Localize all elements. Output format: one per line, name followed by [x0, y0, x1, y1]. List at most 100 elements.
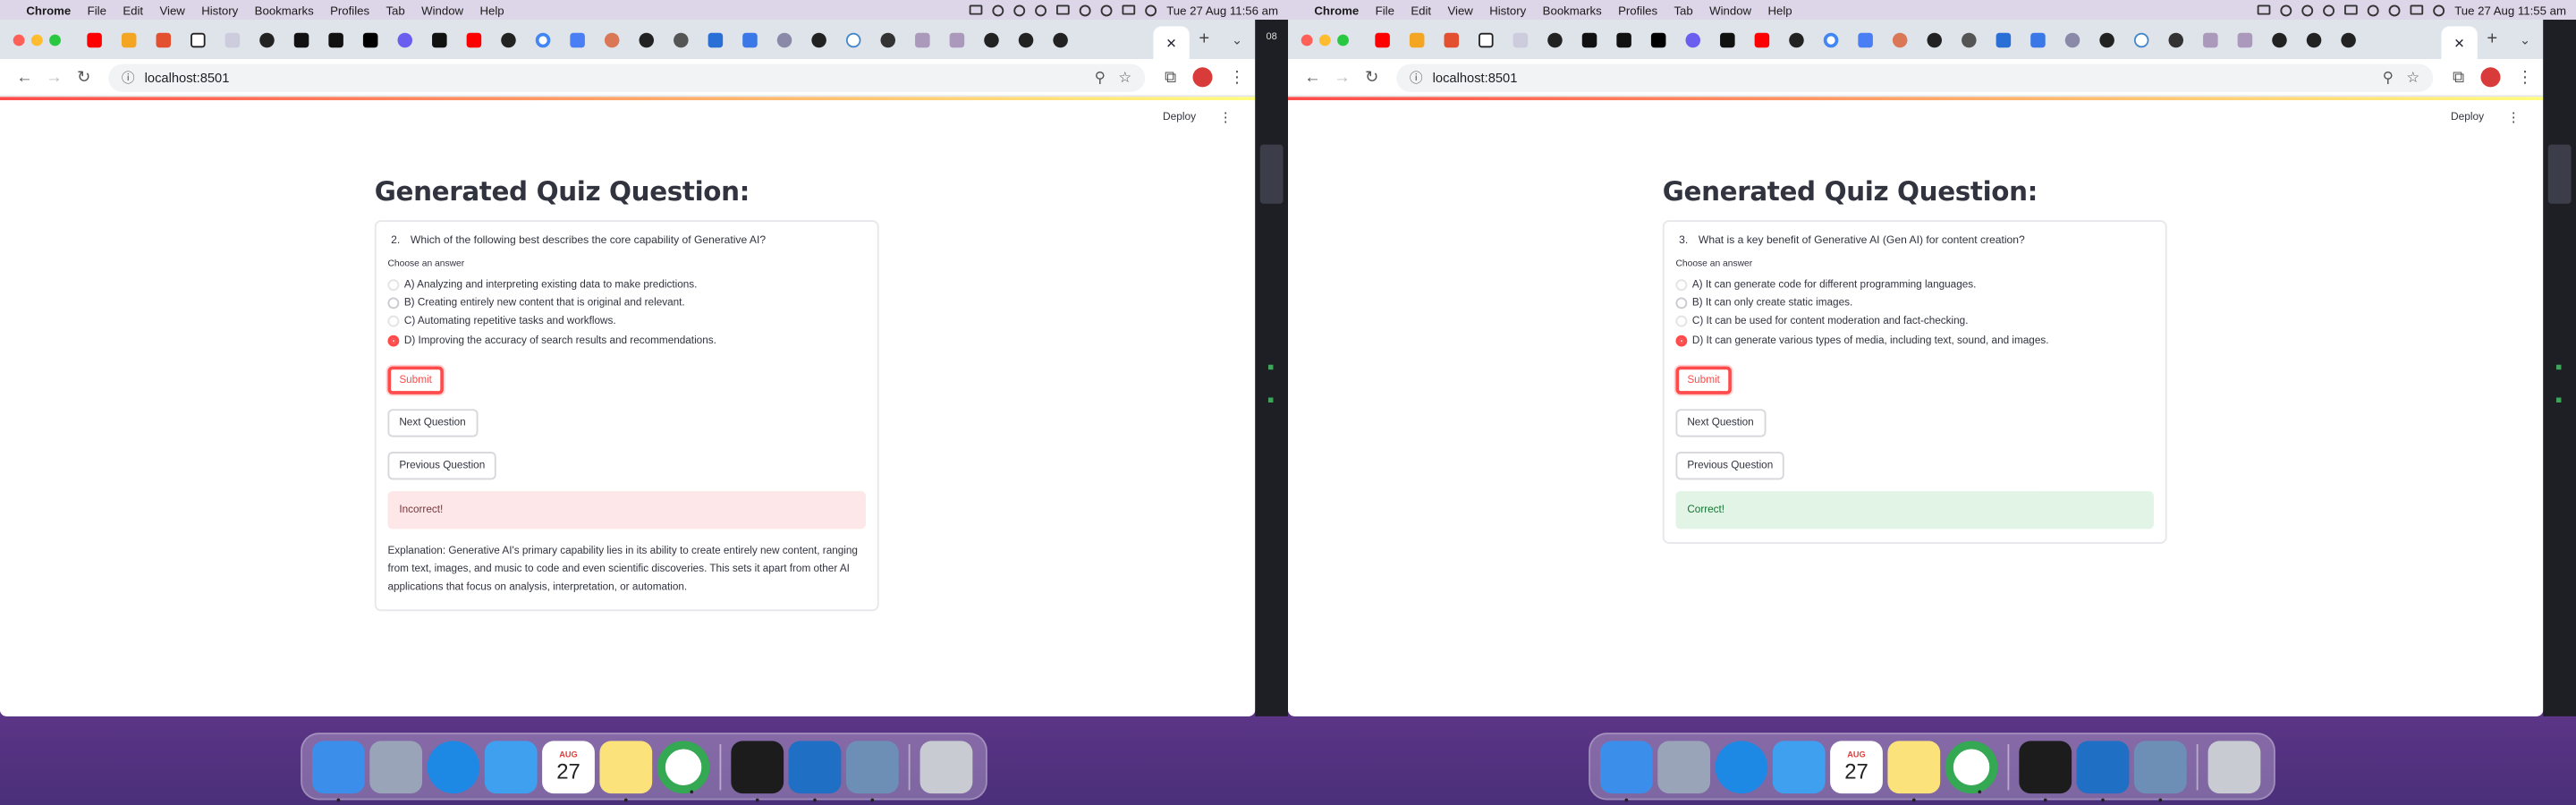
site-info-icon[interactable]: ⓘ [122, 68, 135, 86]
radio-button-selected[interactable] [1675, 335, 1688, 346]
chrome-icon[interactable] [657, 740, 710, 793]
tab-favicon[interactable] [1848, 25, 1883, 55]
play-icon[interactable] [2323, 4, 2335, 16]
option-label[interactable]: C) It can be used for content moderation… [1692, 317, 1969, 328]
siri-icon[interactable] [1145, 4, 1157, 16]
preview-icon[interactable] [845, 740, 899, 801]
submit-button[interactable]: Submit [387, 366, 444, 394]
calendar-icon[interactable]: AUG 27 [542, 740, 595, 793]
clock[interactable]: Tue 27 Aug 11:56 am [1166, 3, 1278, 18]
bluetooth-icon[interactable] [2301, 4, 2314, 16]
side-scroll-thumb[interactable] [2547, 144, 2572, 204]
wifi-icon[interactable] [2367, 4, 2379, 16]
radio-button[interactable] [387, 297, 400, 309]
profile-avatar[interactable] [1192, 67, 1213, 88]
answer-option-b[interactable]: B) Creating entirely new content that is… [387, 294, 865, 313]
tab-favicon[interactable] [664, 25, 699, 55]
menu-edit[interactable]: Edit [1411, 3, 1431, 18]
new-tab-button[interactable]: + [2478, 30, 2507, 49]
zoom-window-button[interactable] [49, 33, 61, 46]
tab-search-icon[interactable]: ⌄ [1219, 32, 1255, 47]
tab-favicon[interactable] [560, 25, 595, 55]
vscode-icon[interactable] [2076, 740, 2130, 801]
tab-favicon[interactable] [733, 25, 767, 55]
deploy-button[interactable]: Deploy [1163, 112, 1196, 123]
search-icon[interactable] [2388, 4, 2401, 16]
answer-option-a[interactable]: A) It can generate code for different pr… [1675, 276, 2153, 295]
tab-active[interactable]: ✕ [1153, 26, 1190, 60]
launchpad-icon[interactable] [1657, 740, 1711, 793]
option-label[interactable]: D) Improving the accuracy of search resu… [404, 335, 716, 346]
tab-favicon[interactable] [1641, 25, 1676, 55]
tab-favicon[interactable] [2331, 25, 2366, 55]
extensions-icon[interactable]: ⧉ [2453, 68, 2464, 86]
submit-button[interactable]: Submit [1675, 366, 1732, 394]
tab-favicon[interactable] [1009, 25, 1044, 55]
minimize-window-button[interactable] [1318, 33, 1331, 46]
tab-favicon[interactable] [767, 25, 802, 55]
menu-tab[interactable]: Tab [1674, 3, 1692, 18]
terminal-icon[interactable] [2019, 740, 2072, 801]
chrome-menu-icon[interactable]: ⋮ [1229, 68, 1245, 86]
bookmark-star-icon[interactable]: ☆ [2406, 68, 2419, 86]
tab-favicon[interactable] [1710, 25, 1745, 55]
clock[interactable]: Tue 27 Aug 11:55 am [2454, 3, 2566, 18]
url-text[interactable]: localhost:8501 [145, 70, 1081, 85]
tab-favicon[interactable] [422, 25, 457, 55]
airplay-icon[interactable] [2280, 4, 2292, 16]
tab-favicon[interactable] [1883, 25, 1918, 55]
tab-favicon[interactable] [1043, 25, 1078, 55]
tab-favicon[interactable] [1814, 25, 1849, 55]
forward-icon[interactable]: → [39, 68, 69, 86]
battery-icon[interactable] [2344, 4, 2358, 15]
tab-favicon[interactable] [2262, 25, 2297, 55]
menu-history[interactable]: History [1489, 3, 1526, 18]
menu-view[interactable]: View [1447, 3, 1472, 18]
tab-favicon[interactable] [2158, 25, 2193, 55]
tab-favicon[interactable] [905, 25, 940, 55]
tab-favicon[interactable] [1987, 25, 2021, 55]
tab-favicon[interactable] [526, 25, 561, 55]
menu-help[interactable]: Help [479, 3, 504, 18]
menu-profiles[interactable]: Profiles [1618, 3, 1657, 18]
trash-icon[interactable] [919, 740, 973, 793]
menu-view[interactable]: View [159, 3, 184, 18]
close-tab-icon[interactable]: ✕ [1165, 35, 1176, 50]
tab-favicon[interactable] [387, 25, 422, 55]
tab-youtube[interactable] [77, 25, 112, 55]
url-text[interactable]: localhost:8501 [1433, 70, 2369, 85]
close-window-button[interactable] [13, 33, 25, 46]
option-label[interactable]: B) Creating entirely new content that is… [404, 298, 685, 309]
extensions-icon[interactable]: ⧉ [1165, 68, 1176, 86]
tab-favicon[interactable] [940, 25, 975, 55]
tab-favicon[interactable] [457, 25, 492, 55]
safari-icon[interactable] [1715, 740, 1768, 793]
radio-button[interactable] [1675, 297, 1688, 309]
screen-mirror-icon[interactable] [969, 4, 983, 15]
trash-icon[interactable] [2207, 740, 2261, 793]
tab-favicon[interactable] [1572, 25, 1607, 55]
menu-history[interactable]: History [201, 3, 238, 18]
tab-favicon[interactable] [1917, 25, 1952, 55]
tab-favicon[interactable] [870, 25, 905, 55]
bookmark-star-icon[interactable]: ☆ [1118, 68, 1131, 86]
calendar-icon[interactable]: AUG 27 [1830, 740, 1883, 793]
tab-favicon[interactable] [1606, 25, 1641, 55]
answer-option-c[interactable]: C) Automating repetitive tasks and workf… [387, 313, 865, 332]
answer-option-d[interactable]: D) It can generate various types of medi… [1675, 331, 2153, 350]
main-menu-icon[interactable]: ⋮ [1219, 110, 1233, 125]
tab-favicon[interactable] [2297, 25, 2332, 55]
next-question-button[interactable]: Next Question [387, 408, 478, 437]
answer-option-d[interactable]: D) Improving the accuracy of search resu… [387, 331, 865, 350]
menu-app-name[interactable]: Chrome [26, 3, 71, 18]
option-label[interactable]: A) Analyzing and interpreting existing d… [404, 279, 698, 291]
menu-profiles[interactable]: Profiles [330, 3, 369, 18]
tab-favicon[interactable] [801, 25, 836, 55]
reload-icon[interactable]: ↻ [69, 68, 98, 86]
control-center-icon[interactable] [2410, 4, 2424, 15]
tab-favicon[interactable] [699, 25, 733, 55]
deploy-button[interactable]: Deploy [2451, 112, 2484, 123]
tab-favicon[interactable] [1434, 25, 1469, 55]
menu-edit[interactable]: Edit [123, 3, 143, 18]
radio-button[interactable] [387, 316, 400, 328]
